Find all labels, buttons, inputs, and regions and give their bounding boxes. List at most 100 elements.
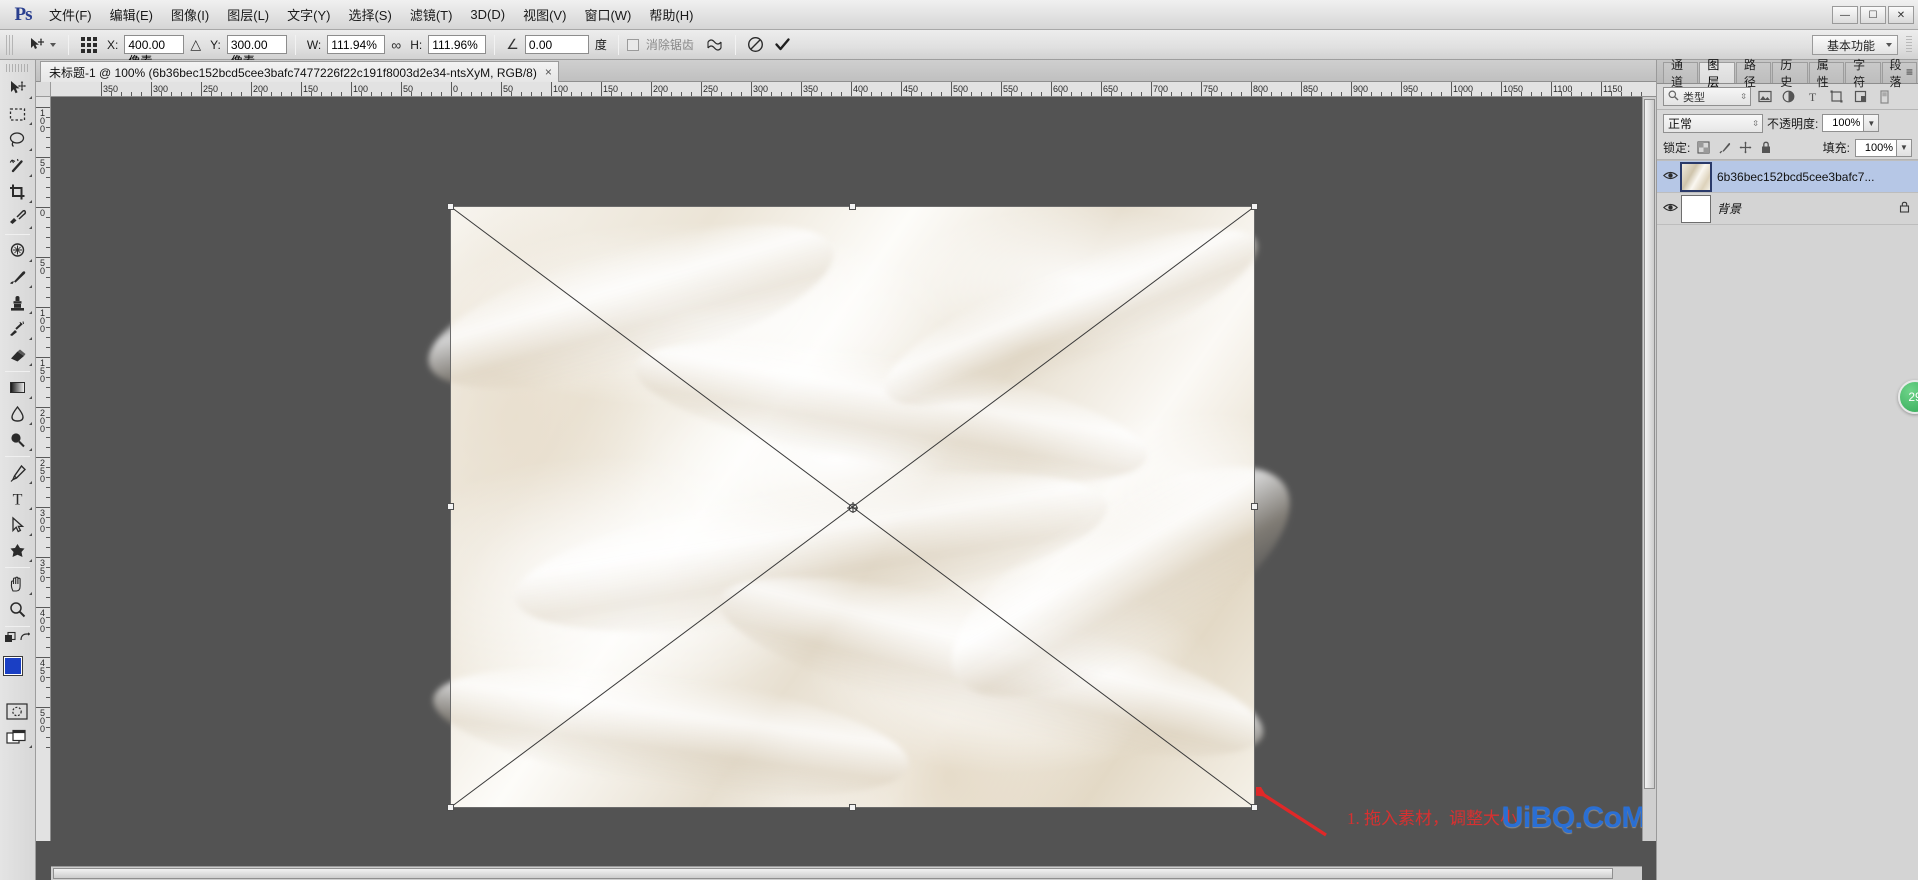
smartobject-filter-icon[interactable] xyxy=(1850,87,1871,107)
eye-icon[interactable] xyxy=(1659,202,1681,216)
link-aspect-icon[interactable]: ∞ xyxy=(388,37,404,53)
vertical-ruler[interactable]: 100 50 0 50 100 150 200 250 300 350 400 450 500 xyxy=(36,97,51,841)
crop-tool[interactable] xyxy=(0,179,34,205)
commit-transform-icon[interactable] xyxy=(771,34,795,56)
layer-name[interactable]: 6b36bec152bcd5cee3bafc7... xyxy=(1717,170,1918,184)
color-swatches[interactable] xyxy=(0,654,34,688)
eraser-tool[interactable] xyxy=(0,342,34,368)
options-bar-grip[interactable] xyxy=(6,34,13,55)
tools-panel-grip[interactable] xyxy=(6,64,29,72)
pixel-filter-icon[interactable] xyxy=(1754,87,1775,107)
tool-preset-chevron-icon[interactable] xyxy=(50,42,56,47)
lock-all-icon[interactable] xyxy=(1758,140,1774,156)
table-row[interactable]: 背景 xyxy=(1657,193,1918,225)
history-brush-tool[interactable] xyxy=(0,316,34,342)
height-input[interactable]: 111.96% xyxy=(428,35,487,54)
tab-character[interactable]: 字符 xyxy=(1845,58,1881,89)
extra-tools-icon[interactable] xyxy=(4,631,19,649)
toggle-filter-icon[interactable] xyxy=(1874,87,1895,107)
menu-select[interactable]: 选择(S) xyxy=(339,1,400,28)
table-row[interactable]: 6b36bec152bcd5cee3bafc7... xyxy=(1657,161,1918,193)
move-tool[interactable] xyxy=(0,75,34,101)
zoom-tool[interactable] xyxy=(0,597,34,623)
tab-properties[interactable]: 属性 xyxy=(1808,58,1845,89)
menu-window[interactable]: 窗口(W) xyxy=(575,1,640,28)
eyedropper-tool[interactable] xyxy=(0,205,34,231)
transform-handle-br[interactable] xyxy=(1251,804,1258,811)
swap-colors-icon[interactable] xyxy=(19,631,32,649)
canvas-horizontal-scrollbar[interactable] xyxy=(51,866,1642,880)
brush-tool[interactable] xyxy=(0,264,34,290)
menu-filter[interactable]: 滤镜(T) xyxy=(401,1,462,28)
x-input[interactable]: 400.00 像素 xyxy=(124,35,185,68)
canvas-area[interactable]: 1. 拖入素材，调整大小 UiBQ.CoM xyxy=(51,97,1656,841)
filter-type-select[interactable]: 类型 ⇳ xyxy=(1663,87,1751,106)
screen-mode-button[interactable] xyxy=(0,724,34,750)
chevron-updown-icon[interactable]: ⇳ xyxy=(1752,119,1759,128)
opacity-dropdown-icon[interactable]: ▼ xyxy=(1864,114,1880,132)
transform-handle-tl[interactable] xyxy=(447,203,454,210)
width-input[interactable]: 111.94% xyxy=(327,35,386,54)
lock-image-icon[interactable] xyxy=(1716,140,1732,156)
transform-handle-ml[interactable] xyxy=(447,503,454,510)
lock-position-icon[interactable] xyxy=(1737,140,1753,156)
lasso-tool[interactable] xyxy=(0,127,34,153)
eye-icon[interactable] xyxy=(1659,170,1681,184)
horizontal-ruler[interactable]: 350 300 250 200 150 100 50 0 50 100 150 200 250 300 35… xyxy=(51,82,1656,97)
shape-filter-icon[interactable] xyxy=(1826,87,1847,107)
healing-brush-tool[interactable] xyxy=(0,238,34,264)
menu-3d[interactable]: 3D(D) xyxy=(461,3,514,26)
layer-name[interactable]: 背景 xyxy=(1717,200,1899,217)
chevron-updown-icon[interactable]: ⇳ xyxy=(1740,92,1747,101)
magic-wand-tool[interactable] xyxy=(0,153,34,179)
cancel-transform-icon[interactable] xyxy=(744,34,768,56)
minimize-button[interactable]: — xyxy=(1832,6,1858,24)
hand-tool[interactable] xyxy=(0,571,34,597)
reference-point-icon[interactable] xyxy=(77,34,101,56)
menu-layer[interactable]: 图层(L) xyxy=(218,1,278,28)
foreground-color-swatch[interactable] xyxy=(3,656,23,676)
menu-view[interactable]: 视图(V) xyxy=(514,1,575,28)
warp-icon[interactable] xyxy=(703,34,727,56)
type-tool[interactable]: T xyxy=(0,486,34,512)
blur-tool[interactable] xyxy=(0,401,34,427)
transform-handle-bc[interactable] xyxy=(849,804,856,811)
relative-position-icon[interactable]: △ xyxy=(187,36,204,53)
layer-thumbnail[interactable] xyxy=(1681,194,1711,223)
tab-paths[interactable]: 路径 xyxy=(1735,58,1772,89)
dodge-tool[interactable] xyxy=(0,427,34,453)
document-tab[interactable]: 未标题-1 @ 100% (6b36bec152bcd5cee3bafc7477… xyxy=(40,61,559,82)
active-tool-preview[interactable] xyxy=(20,34,60,56)
menu-image[interactable]: 图像(I) xyxy=(162,1,218,28)
menu-file[interactable]: 文件(F) xyxy=(40,1,101,28)
adjustment-filter-icon[interactable] xyxy=(1778,87,1799,107)
menu-edit[interactable]: 编辑(E) xyxy=(101,1,162,28)
layer-thumbnail[interactable] xyxy=(1680,161,1712,192)
panel-menu-icon[interactable]: ≡ xyxy=(1906,65,1913,79)
fill-dropdown-icon[interactable]: ▼ xyxy=(1897,138,1912,157)
tab-channels[interactable]: 通道 xyxy=(1663,58,1699,89)
y-input[interactable]: 300.00 像素 xyxy=(226,35,287,68)
clone-stamp-tool[interactable] xyxy=(0,290,34,316)
status-badge[interactable]: 29 xyxy=(1898,380,1918,414)
workspace-selector[interactable]: 基本功能 xyxy=(1812,35,1898,55)
opacity-input[interactable]: 100% xyxy=(1822,114,1865,132)
canvas-vertical-scrollbar[interactable] xyxy=(1642,97,1656,841)
canvas-artboard[interactable] xyxy=(412,191,1324,820)
blend-mode-select[interactable]: 正常 ⇳ xyxy=(1663,113,1763,133)
vertical-scrollbar-thumb[interactable] xyxy=(1644,99,1655,789)
lock-transparent-icon[interactable] xyxy=(1695,140,1711,156)
fill-input[interactable]: 100% xyxy=(1855,138,1897,157)
antialias-checkbox[interactable] xyxy=(626,38,639,51)
ruler-corner[interactable] xyxy=(36,82,51,97)
gradient-tool[interactable] xyxy=(0,375,34,401)
close-icon[interactable]: × xyxy=(545,65,552,79)
menu-help[interactable]: 帮助(H) xyxy=(640,1,702,28)
menu-type[interactable]: 文字(Y) xyxy=(278,1,339,28)
horizontal-scrollbar-thumb[interactable] xyxy=(53,868,1613,879)
pen-tool[interactable] xyxy=(0,460,34,486)
transform-handle-tr[interactable] xyxy=(1251,203,1258,210)
maximize-button[interactable]: ☐ xyxy=(1860,6,1886,24)
transform-handle-bl[interactable] xyxy=(447,804,454,811)
shape-tool[interactable] xyxy=(0,538,34,564)
